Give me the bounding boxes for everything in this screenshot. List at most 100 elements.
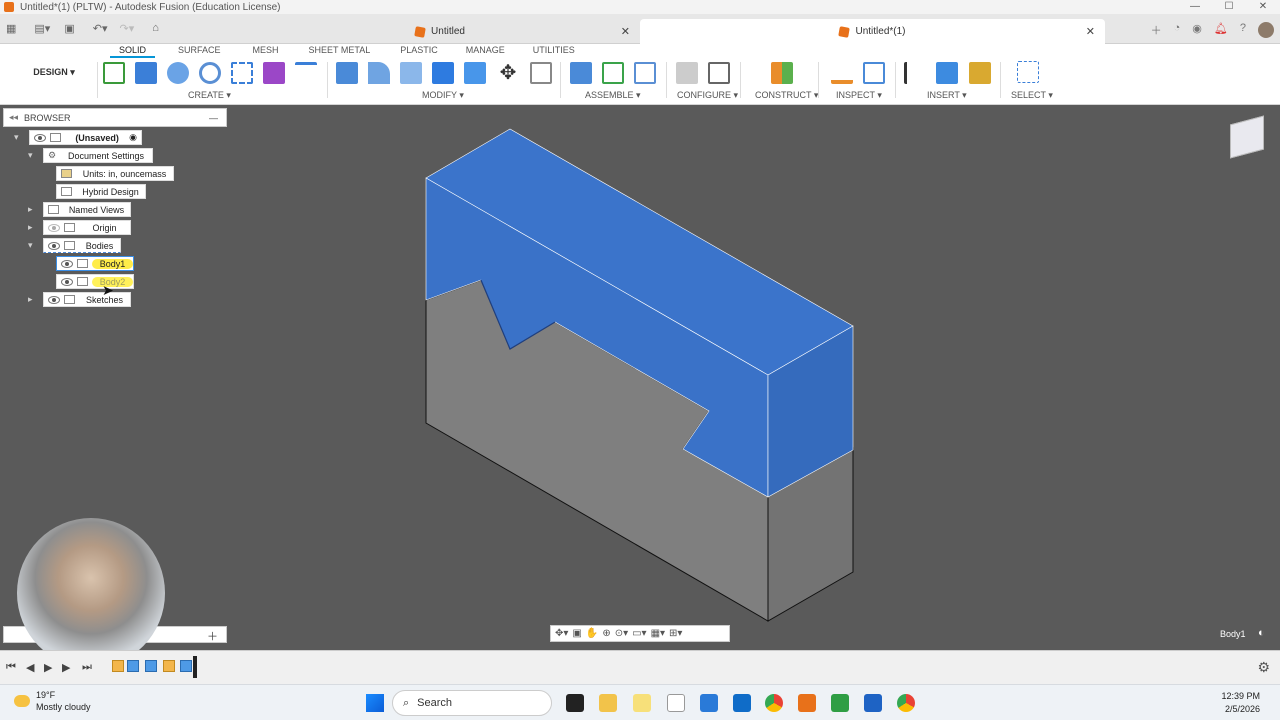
3d-model[interactable]: [0, 105, 1280, 650]
viewport-canvas[interactable]: [0, 105, 1280, 650]
browser-node-bodies[interactable]: Bodies: [43, 238, 121, 253]
measure-icon[interactable]: [831, 62, 853, 84]
window-app-icon[interactable]: [700, 694, 718, 712]
step-back-icon[interactable]: ◀: [26, 661, 34, 674]
collapse-browser-icon[interactable]: ◂◂: [9, 112, 18, 123]
section-analysis-icon[interactable]: [863, 62, 885, 84]
look-at-icon[interactable]: ▣: [572, 628, 581, 639]
ribbon-tab-plastic[interactable]: PLASTIC: [391, 44, 447, 58]
viewports-icon[interactable]: ⊞▾: [669, 628, 682, 639]
grid-settings-icon[interactable]: ▦▾: [651, 628, 665, 639]
joint-icon[interactable]: [602, 62, 624, 84]
file-explorer-icon[interactable]: [599, 694, 617, 712]
zoom-window-icon[interactable]: ⊙▾: [615, 628, 628, 639]
move-copy-icon[interactable]: ✥: [497, 62, 519, 84]
chrome-icon[interactable]: [765, 694, 783, 712]
browser-node-body2[interactable]: Body2: [56, 274, 134, 289]
timeline-feature-sketch[interactable]: [163, 660, 175, 672]
maximize-button[interactable]: ☐: [1212, 0, 1246, 14]
browser-node-origin[interactable]: Origin: [43, 220, 131, 235]
visibility-hidden-icon[interactable]: [48, 223, 60, 232]
offset-plane-icon[interactable]: [771, 62, 793, 84]
timeline-feature-sketch[interactable]: [112, 660, 124, 672]
browser-node-sketches[interactable]: Sketches: [43, 292, 131, 307]
window-select-icon[interactable]: [1017, 61, 1039, 83]
ribbon-tab-surface[interactable]: SURFACE: [169, 44, 230, 58]
fillet-icon[interactable]: [368, 62, 390, 84]
expand-toggle-icon[interactable]: ▸: [28, 222, 33, 233]
ribbon-tab-sheet-metal[interactable]: SHEET METAL: [300, 44, 380, 58]
form-icon[interactable]: [263, 62, 285, 84]
undo-icon[interactable]: ↶▾: [93, 22, 108, 35]
new-component-icon[interactable]: [570, 62, 592, 84]
expand-toggle-icon[interactable]: ▾: [28, 240, 33, 251]
display-mode-icon[interactable]: ◐: [1258, 627, 1265, 639]
minimize-browser-icon[interactable]: —: [209, 113, 218, 123]
hole-icon[interactable]: [199, 62, 221, 84]
zoom-icon[interactable]: ⊕: [602, 628, 610, 639]
browser-node-body1[interactable]: Body1: [56, 256, 134, 271]
job-status-icon[interactable]: ◔: [1174, 22, 1181, 38]
timeline-feature-extrude[interactable]: [145, 660, 157, 672]
construct-group-label[interactable]: CONSTRUCT ▾: [755, 90, 818, 101]
close-button[interactable]: ✕: [1246, 0, 1280, 14]
assemble-group-label[interactable]: ASSEMBLE ▾: [585, 90, 641, 101]
visibility-icon[interactable]: [61, 259, 73, 268]
visibility-icon[interactable]: [48, 241, 60, 250]
weather-widget[interactable]: 19°F Mostly cloudy: [14, 689, 91, 713]
close-tab-icon[interactable]: ✕: [621, 25, 630, 38]
align-icon[interactable]: [530, 62, 552, 84]
configuration-table-icon[interactable]: [708, 62, 730, 84]
radio-active-icon[interactable]: ◉: [129, 132, 137, 143]
pan-icon[interactable]: ✋: [586, 628, 598, 639]
autodesk-icon[interactable]: [831, 694, 849, 712]
visibility-icon[interactable]: [48, 295, 60, 304]
inspect-group-label[interactable]: INSPECT ▾: [836, 90, 882, 101]
visibility-icon[interactable]: [34, 133, 46, 142]
insert-group-label[interactable]: INSERT ▾: [927, 90, 967, 101]
ribbon-tab-manage[interactable]: MANAGE: [457, 44, 514, 58]
redo-icon[interactable]: ↷▾: [119, 22, 134, 35]
taskbar-search-input[interactable]: ⌕ Search: [392, 690, 552, 716]
outlook-icon[interactable]: [733, 694, 751, 712]
notepad-icon[interactable]: [667, 694, 685, 712]
task-view-icon[interactable]: [566, 694, 584, 712]
combine-icon[interactable]: [464, 62, 486, 84]
orbit-icon[interactable]: ✥▾: [555, 628, 568, 639]
insert-mcmaster-icon[interactable]: [969, 62, 991, 84]
minimize-button[interactable]: —: [1178, 0, 1212, 14]
go-to-start-icon[interactable]: ⏮: [6, 661, 16, 674]
expand-toggle-icon[interactable]: ▾: [14, 132, 19, 143]
windows-start-icon[interactable]: [366, 694, 384, 712]
modify-group-label[interactable]: MODIFY ▾: [422, 90, 464, 101]
expand-toggle-icon[interactable]: ▸: [28, 204, 33, 215]
select-group-label[interactable]: SELECT ▾: [1011, 90, 1053, 101]
tab-untitled-1[interactable]: Untitled*(1) ✕: [640, 19, 1105, 44]
timeline-feature-extrude[interactable]: [180, 660, 192, 672]
paint-icon[interactable]: [633, 694, 651, 712]
derive-icon[interactable]: [295, 62, 317, 84]
browser-node-hybrid-design[interactable]: Hybrid Design: [56, 184, 146, 199]
apps-grid-icon[interactable]: ▦: [6, 22, 16, 35]
help-icon[interactable]: ?: [1240, 22, 1246, 38]
ribbon-tab-mesh[interactable]: MESH: [244, 44, 288, 58]
close-tab-icon[interactable]: ✕: [1086, 25, 1095, 38]
timeline-settings-gear-icon[interactable]: ⚙: [1257, 659, 1270, 676]
add-comment-icon[interactable]: ＋: [207, 628, 218, 644]
timeline-feature-extrude[interactable]: [127, 660, 139, 672]
press-pull-icon[interactable]: [336, 62, 358, 84]
expand-toggle-icon[interactable]: ▾: [28, 150, 33, 161]
browser-node-root[interactable]: (Unsaved) ◉: [29, 130, 142, 145]
browser-node-units[interactable]: Units: in, ouncemass: [56, 166, 174, 181]
extrude-icon[interactable]: [135, 62, 157, 84]
pattern-icon[interactable]: [231, 62, 253, 84]
insert-image-icon[interactable]: [936, 62, 958, 84]
save-icon[interactable]: ▣: [64, 22, 74, 35]
browser-node-document-settings[interactable]: ⚙ Document Settings: [43, 148, 153, 163]
system-clock[interactable]: 12:39 PM 2/5/2026: [1221, 690, 1260, 716]
extensions-icon[interactable]: ◉: [1192, 22, 1202, 38]
app-c-icon[interactable]: [864, 694, 882, 712]
chamfer-icon[interactable]: [400, 62, 422, 84]
expand-toggle-icon[interactable]: ▸: [28, 294, 33, 305]
new-tab-icon[interactable]: ＋: [1151, 22, 1162, 38]
